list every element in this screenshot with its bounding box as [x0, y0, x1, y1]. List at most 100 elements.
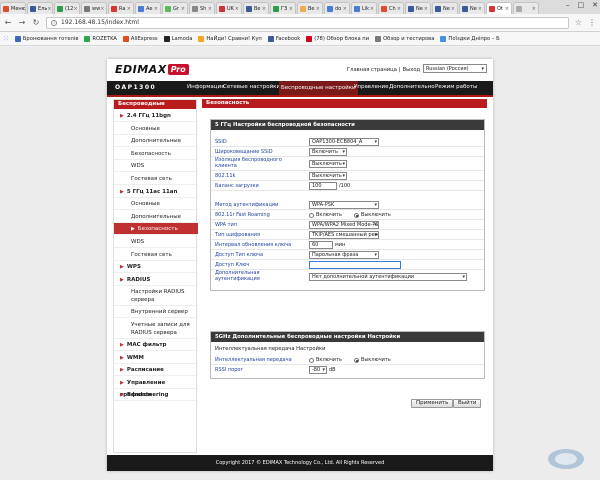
sidebar-item[interactable]: ▶ MAC фильтр — [114, 339, 198, 351]
sidebar-item[interactable]: Гостевая сеть — [114, 173, 198, 185]
close-icon[interactable]: × — [181, 6, 185, 12]
broadcast-select[interactable]: Включить — [309, 148, 347, 156]
close-icon[interactable]: × — [208, 6, 212, 12]
browser-tab[interactable]: Gr × — [162, 2, 188, 14]
close-icon[interactable]: × — [478, 6, 482, 12]
ssid-select[interactable]: OAP1300-ECB804_A — [309, 138, 379, 146]
browser-menu-icon[interactable]: ⋮ — [588, 18, 596, 27]
close-icon[interactable]: × — [343, 6, 347, 12]
browser-tab[interactable]: Ne × — [459, 2, 485, 14]
browser-tab[interactable]: UK × — [216, 2, 242, 14]
cancel-button[interactable]: Выйти — [453, 399, 482, 408]
forward-icon[interactable]: → — [18, 18, 26, 27]
sidebar-item[interactable]: ▶ Расписание — [114, 364, 198, 377]
browser-tab[interactable]: Ne × — [405, 2, 431, 14]
browser-tab[interactable]: do × — [324, 2, 350, 14]
sidebar-item[interactable]: Безопасность — [114, 148, 198, 160]
sidebar-item[interactable]: ▶ Bandsteering — [114, 389, 198, 402]
wpa-type-select[interactable]: WPA/WPA2 Mixed Mode-PSK — [309, 221, 379, 229]
sidebar-item[interactable]: ▶ Управление трафиком — [114, 377, 198, 398]
sidebar-item[interactable]: Внутренний сервер — [114, 306, 198, 319]
browser-tab[interactable]: Ae × — [135, 2, 161, 14]
load-balance-input[interactable]: 100 — [309, 182, 337, 190]
browser-tab[interactable]: Ot × — [486, 2, 512, 14]
sidebar-item[interactable]: Основные — [114, 123, 198, 135]
nav-wireless[interactable]: Беспроводные настройки — [279, 81, 358, 95]
sidebar-item[interactable]: Основные — [114, 198, 198, 211]
sidebar-item[interactable]: Дополнительные — [114, 211, 198, 223]
browser-tab[interactable]: (12 × — [54, 2, 80, 14]
nav-mode[interactable]: Режим работы — [435, 84, 477, 90]
language-select[interactable]: Russian (Россия) ▾ — [423, 64, 487, 73]
sidebar-item[interactable]: ▶ 5 ГГц 11ac 11an — [114, 186, 198, 198]
sidebar-item[interactable]: Учетные записи для RADIUS сервера — [114, 319, 198, 339]
close-icon[interactable]: × — [127, 6, 131, 12]
bookmark-item[interactable]: (78) Обзор блока пи — [306, 35, 369, 42]
close-icon[interactable]: × — [505, 6, 509, 12]
browser-tab[interactable]: Меню× — [0, 2, 26, 14]
bookmark-item[interactable]: Поїздки Дніпро – Б — [440, 35, 500, 42]
minimize-icon[interactable]: – — [566, 1, 570, 9]
close-window-icon[interactable]: ✕ — [592, 1, 598, 9]
close-icon[interactable]: × — [235, 6, 239, 12]
back-icon[interactable]: ← — [4, 18, 12, 27]
close-icon[interactable]: × — [370, 6, 374, 12]
apply-button[interactable]: Применить — [411, 399, 454, 408]
url-input[interactable]: i 192.168.48.15/index.html — [46, 16, 569, 29]
info-icon[interactable]: i — [51, 19, 57, 26]
sidebar-item[interactable]: WDS — [114, 160, 198, 173]
key-input[interactable] — [309, 261, 401, 269]
browser-tab[interactable]: Be × — [297, 2, 323, 14]
close-icon[interactable]: × — [100, 6, 104, 12]
browser-tab[interactable]: Lik × — [351, 2, 377, 14]
browser-tab[interactable]: Ra × — [108, 2, 134, 14]
close-icon[interactable]: × — [397, 6, 401, 12]
encryption-select[interactable]: TKIP/AES смешанный режим — [309, 231, 379, 239]
browser-tab[interactable]: ГЗ × — [270, 2, 296, 14]
auth-select[interactable]: WPA-PSK — [309, 201, 379, 209]
key-interval-input[interactable]: 60 — [309, 241, 333, 249]
browser-tab[interactable]: × — [513, 2, 539, 14]
close-icon[interactable]: × — [532, 6, 536, 12]
sidebar-item[interactable]: ▶ WPS — [114, 261, 198, 274]
smart-on-radio[interactable] — [309, 357, 314, 363]
close-icon[interactable]: × — [47, 6, 51, 12]
fast-roaming-off-radio[interactable] — [353, 212, 359, 218]
browser-tab[interactable]: ww × — [81, 2, 107, 14]
sidebar-item[interactable]: ▶ RADIUS — [114, 274, 198, 286]
sidebar-item[interactable]: Настройки RADIUS сервера — [114, 286, 198, 307]
home-link[interactable]: Главная страница — [347, 67, 397, 73]
nav-network[interactable]: Сетевые настройки — [223, 84, 280, 90]
sidebar-item[interactable]: Дополнительные — [114, 135, 198, 148]
sidebar-item[interactable]: ▶ WMM — [114, 352, 198, 364]
browser-tab[interactable]: Ch × — [378, 2, 404, 14]
nav-info[interactable]: Информация — [187, 84, 224, 90]
close-icon[interactable]: × — [73, 6, 77, 12]
close-icon[interactable]: × — [451, 6, 455, 12]
maximize-icon[interactable]: □ — [578, 1, 585, 9]
browser-tab[interactable]: Ель × — [27, 2, 53, 14]
fast-roaming-on-radio[interactable] — [309, 212, 314, 218]
close-icon[interactable]: × — [154, 6, 158, 12]
bookmark-item[interactable]: Facebook — [267, 35, 300, 42]
nav-advanced[interactable]: Дополнительно — [389, 84, 435, 90]
key-type-select[interactable]: Парольная фраза — [309, 251, 379, 259]
sidebar-item[interactable]: ▶ 2.4 ГГц 11bgn — [114, 110, 198, 122]
bookmark-item[interactable]: Lamoda — [163, 35, 192, 42]
smart-off-radio[interactable] — [353, 357, 359, 363]
browser-tab[interactable]: Be × — [243, 2, 269, 14]
close-icon[interactable]: × — [289, 6, 293, 12]
close-icon[interactable]: × — [424, 6, 428, 12]
close-icon[interactable]: × — [316, 6, 320, 12]
close-icon[interactable]: × — [262, 6, 266, 12]
reload-icon[interactable]: ↻ — [32, 18, 40, 27]
sidebar-item[interactable]: ▶ Безопасность — [114, 223, 198, 236]
k-select[interactable]: Выключить — [309, 172, 347, 180]
sidebar-item[interactable]: WDS — [114, 236, 198, 248]
bookmark-star-icon[interactable]: ☆ — [575, 18, 582, 27]
bookmark-item[interactable]: Бронювання готелів — [14, 35, 78, 42]
apps-icon[interactable]: ⁙ — [3, 35, 9, 43]
bookmark-item[interactable]: AliExpress — [122, 35, 158, 42]
isolation-select[interactable]: Выключить — [309, 160, 347, 168]
sidebar-item[interactable]: Гостевая сеть — [114, 249, 198, 261]
